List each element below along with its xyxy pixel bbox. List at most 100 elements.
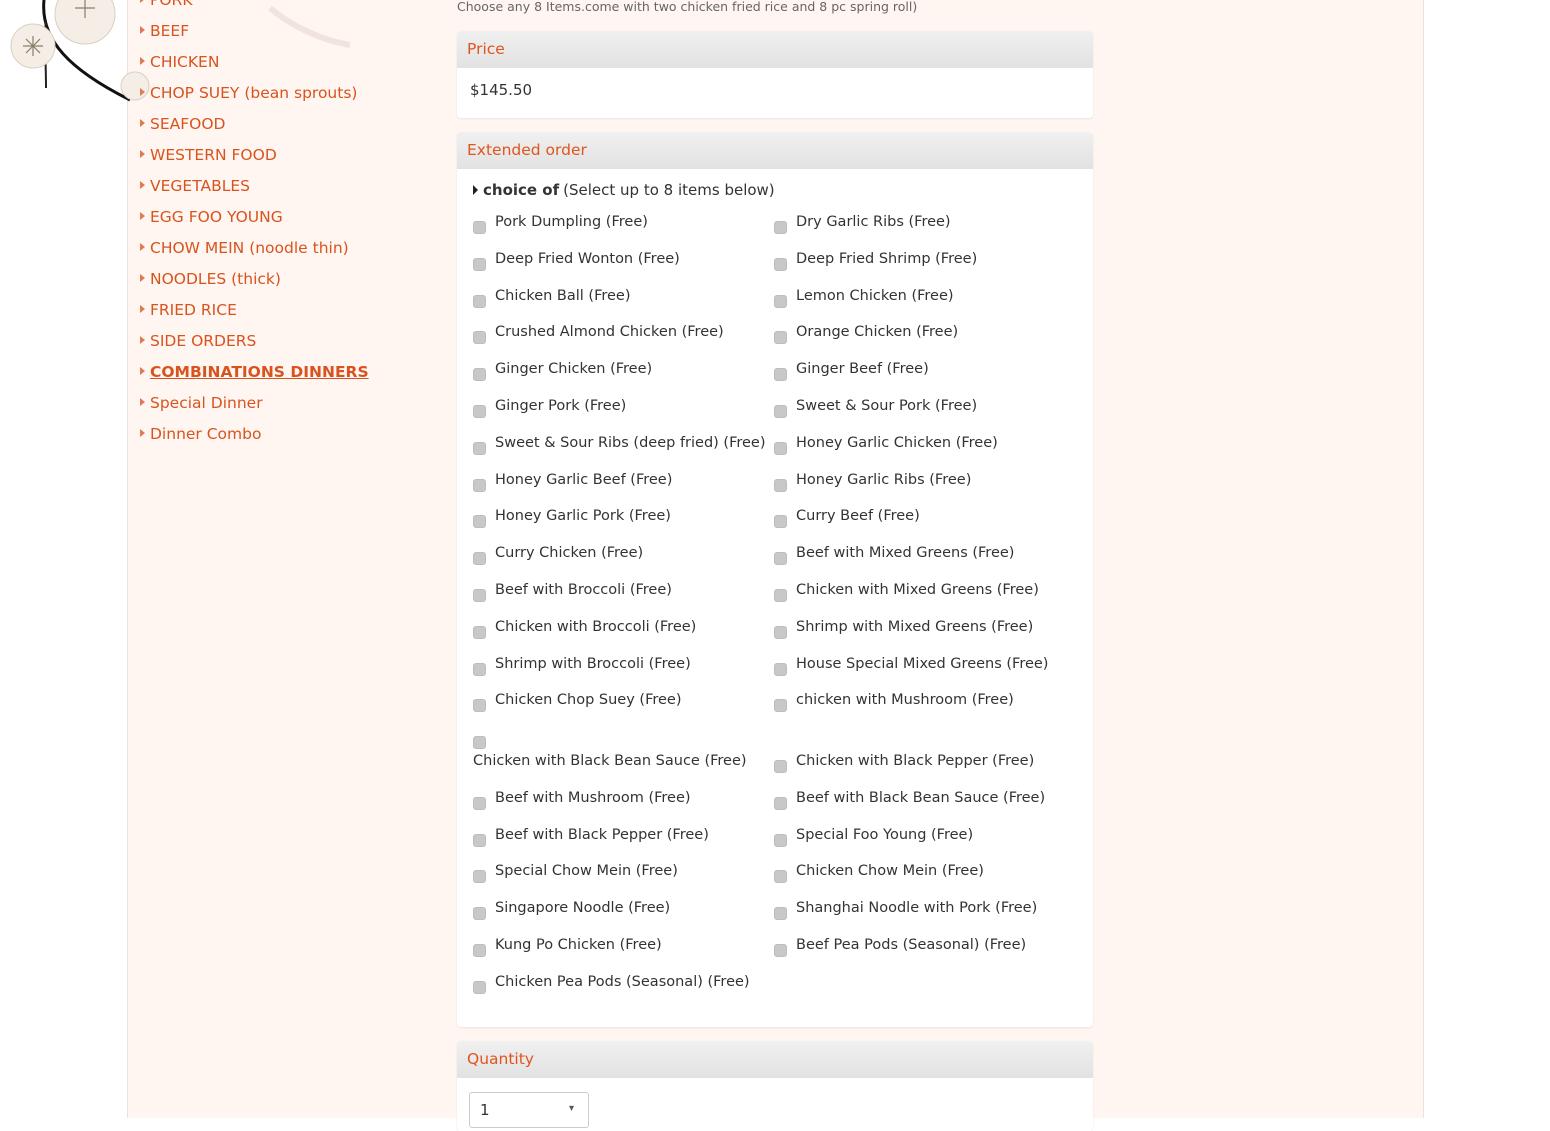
checkbox[interactable] <box>473 626 486 639</box>
checkbox[interactable] <box>774 552 787 565</box>
sidebar-item[interactable]: EGG FOO YOUNG <box>140 201 440 232</box>
price-header: Price <box>457 31 1093 68</box>
option-label: Curry Chicken (Free) <box>495 545 644 561</box>
option-label: Chicken with Broccoli (Free) <box>495 619 697 635</box>
checkbox[interactable] <box>473 442 486 455</box>
caret-right-icon <box>140 150 145 158</box>
checkbox[interactable] <box>774 944 787 957</box>
option-label: Beef Pea Pods (Seasonal) (Free) <box>796 937 1027 953</box>
quantity-select[interactable]: 1 ▾ <box>469 1092 589 1128</box>
option-label: Lemon Chicken (Free) <box>796 288 954 304</box>
checkbox[interactable] <box>473 834 486 847</box>
option-label: Chicken with Black Bean Sauce (Free) <box>473 753 747 769</box>
checkbox[interactable] <box>473 944 486 957</box>
sidebar-item-label: CHICKEN <box>150 52 220 71</box>
caret-right-icon <box>140 367 145 375</box>
option-label: Shrimp with Broccoli (Free) <box>495 656 691 672</box>
option-label: Crushed Almond Chicken (Free) <box>495 324 724 340</box>
checkbox[interactable] <box>774 699 787 712</box>
extended-order-header: Extended order <box>457 132 1093 169</box>
sidebar-item[interactable]: CHOW MEIN (noodle thin) <box>140 232 440 263</box>
caret-right-icon <box>140 57 145 65</box>
sidebar-item[interactable]: SIDE ORDERS <box>140 325 440 356</box>
checkbox[interactable] <box>774 221 787 234</box>
option-label: Chicken with Black Pepper (Free) <box>796 753 1035 769</box>
caret-right-icon <box>140 429 145 437</box>
sidebar-item[interactable]: FRIED RICE <box>140 294 440 325</box>
checkbox[interactable] <box>473 368 486 381</box>
quantity-section: Quantity 1 ▾ <box>457 1041 1093 1131</box>
checkbox[interactable] <box>473 405 486 418</box>
caret-right-icon <box>140 398 145 406</box>
checkbox[interactable] <box>774 405 787 418</box>
checkbox[interactable] <box>473 870 486 883</box>
sidebar-item-label: NOODLES (thick) <box>150 269 281 288</box>
checkbox[interactable] <box>774 760 787 773</box>
sidebar-item-label: SEAFOOD <box>150 114 226 133</box>
checkbox[interactable] <box>473 221 486 234</box>
option-label: Sweet & Sour Pork (Free) <box>796 398 978 414</box>
checkbox[interactable] <box>473 295 486 308</box>
checkbox[interactable] <box>774 589 787 602</box>
sidebar-item[interactable]: Special Dinner <box>140 387 440 418</box>
sidebar-item-label: VEGETABLES <box>150 176 250 195</box>
sidebar-item[interactable]: CHOP SUEY (bean sprouts) <box>140 77 440 108</box>
sidebar-item[interactable]: PORK <box>140 0 440 15</box>
checkbox[interactable] <box>774 515 787 528</box>
checkbox[interactable] <box>473 907 486 920</box>
option-label: Orange Chicken (Free) <box>796 324 959 340</box>
checkbox[interactable] <box>774 331 787 344</box>
caret-right-icon <box>140 181 145 189</box>
checkbox[interactable] <box>473 663 486 676</box>
sidebar-item-label: FRIED RICE <box>150 300 237 319</box>
price-section: Price $145.50 <box>457 31 1093 118</box>
sidebar-item-label: WESTERN FOOD <box>150 145 277 164</box>
checkbox[interactable] <box>473 589 486 602</box>
checkbox[interactable] <box>473 981 486 994</box>
option-label: Sweet & Sour Ribs (deep fried) (Free) <box>495 435 766 451</box>
option-label: Beef with Broccoli (Free) <box>495 582 672 598</box>
checkbox[interactable] <box>774 295 787 308</box>
quantity-header: Quantity <box>457 1041 1093 1078</box>
choice-label: choice of <box>483 181 560 199</box>
sidebar-item[interactable]: WESTERN FOOD <box>140 139 440 170</box>
checkbox[interactable] <box>473 797 486 810</box>
option-label: Special Chow Mein (Free) <box>495 863 678 879</box>
checkbox[interactable] <box>774 834 787 847</box>
checkbox[interactable] <box>473 258 486 271</box>
category-sidebar: PORK BEEF CHICKEN CHOP SUEY (bean sprouts) S… <box>140 0 440 449</box>
sidebar-item[interactable]: NOODLES (thick) <box>140 263 440 294</box>
checkbox[interactable] <box>774 870 787 883</box>
checkbox[interactable] <box>473 736 486 749</box>
option-label: Deep Fried Wonton (Free) <box>495 251 680 267</box>
checkbox[interactable] <box>774 797 787 810</box>
checkbox[interactable] <box>774 442 787 455</box>
checkbox[interactable] <box>473 479 486 492</box>
checkbox[interactable] <box>473 699 486 712</box>
checkbox[interactable] <box>774 479 787 492</box>
option-label: Singapore Noodle (Free) <box>495 900 671 916</box>
option-label: Chicken with Mixed Greens (Free) <box>796 582 1039 598</box>
checkbox[interactable] <box>774 368 787 381</box>
sidebar-item[interactable]: BEEF <box>140 15 440 46</box>
sidebar-item-label: Dinner Combo <box>150 424 262 443</box>
sidebar-item[interactable]: SEAFOOD <box>140 108 440 139</box>
option-label: Beef with Mixed Greens (Free) <box>796 545 1015 561</box>
checkbox[interactable] <box>473 515 486 528</box>
sidebar-item[interactable]: CHICKEN <box>140 46 440 77</box>
sidebar-item-label: PORK <box>150 0 192 9</box>
checkbox[interactable] <box>774 258 787 271</box>
option-label: Chicken Chow Mein (Free) <box>796 863 984 879</box>
option-label: Beef with Black Bean Sauce (Free) <box>796 790 1046 806</box>
checkbox[interactable] <box>774 907 787 920</box>
sidebar-item-label: CHOP SUEY (bean sprouts) <box>150 83 358 102</box>
option-label: Curry Beef (Free) <box>796 508 920 524</box>
checkbox[interactable] <box>774 663 787 676</box>
checkbox[interactable] <box>774 626 787 639</box>
sidebar-item[interactable]: VEGETABLES <box>140 170 440 201</box>
sidebar-item[interactable]: Dinner Combo <box>140 418 440 449</box>
sidebar-item[interactable]: COMBINATIONS DINNERS <box>140 356 440 387</box>
option-label: Shrimp with Mixed Greens (Free) <box>796 619 1034 635</box>
checkbox[interactable] <box>473 331 486 344</box>
checkbox[interactable] <box>473 552 486 565</box>
